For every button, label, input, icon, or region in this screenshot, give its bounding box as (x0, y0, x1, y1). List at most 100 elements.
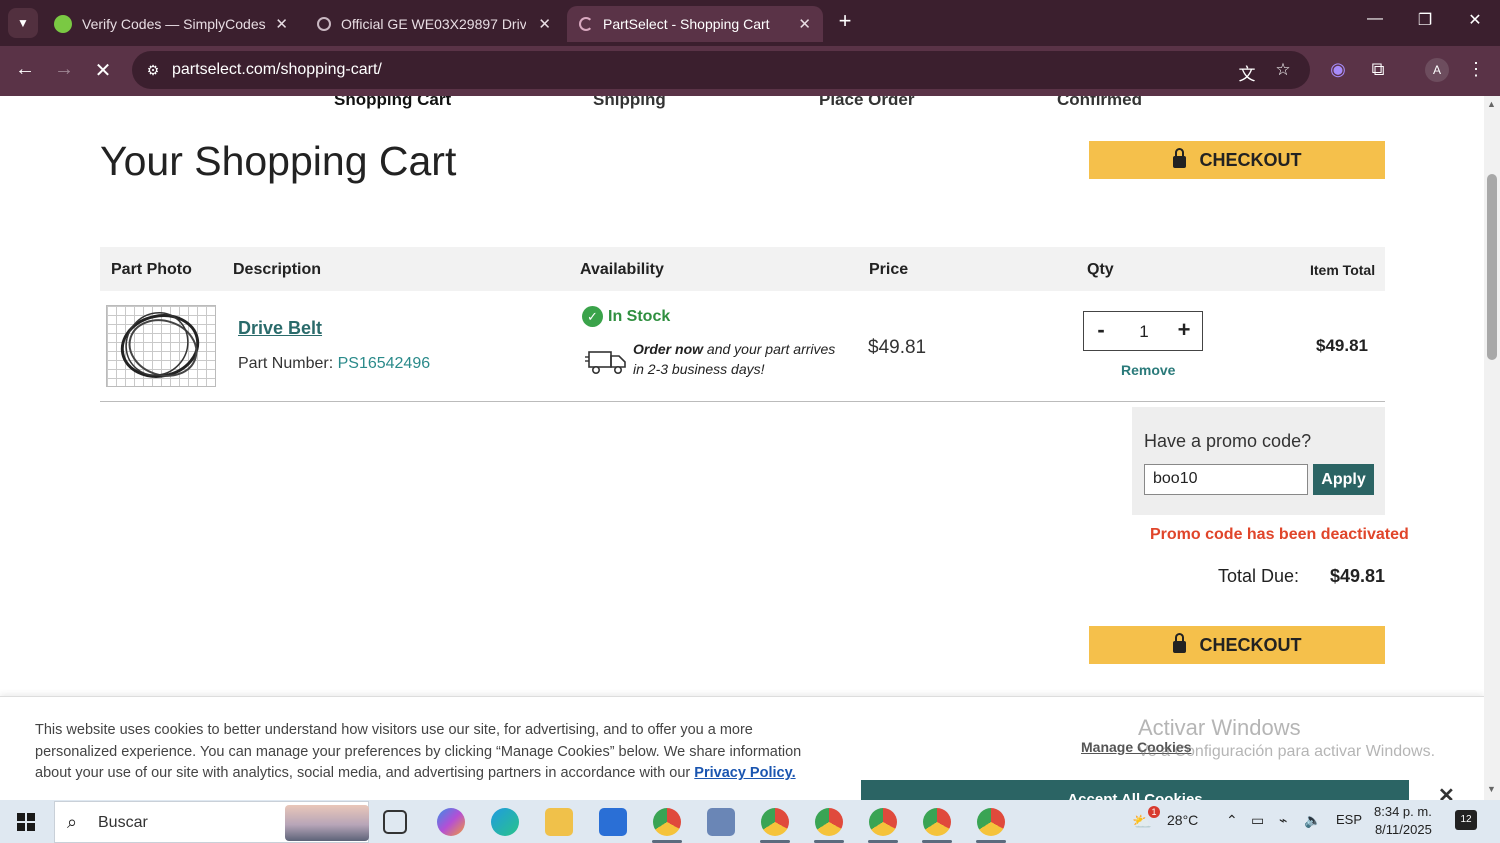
privacy-policy-link[interactable]: Privacy Policy. (694, 765, 795, 781)
task-view-icon[interactable] (383, 810, 407, 834)
chrome-profile-a-icon[interactable] (761, 808, 789, 836)
accept-all-cookies-button[interactable]: Accept All Cookies (861, 780, 1409, 800)
lock-icon (1172, 633, 1186, 653)
tab-ge-drive-belt[interactable]: Official GE WE03X29897 Drive Belt ✕ (305, 6, 563, 42)
new-tab-button[interactable]: + (832, 8, 858, 34)
total-due-value: $49.81 (1330, 566, 1386, 586)
windows-watermark-subtitle: Ve a Configuración para activar Windows. (1138, 743, 1436, 760)
search-icon: ⌕ (67, 812, 78, 832)
address-bar[interactable]: ⚙ partselect.com/shopping-cart/ 文 ☆ (132, 51, 1310, 89)
qty-value[interactable]: 1 (1129, 322, 1159, 342)
chrome-profile-g-icon[interactable] (923, 808, 951, 836)
col-price: Price (869, 261, 909, 278)
windows-watermark-title: Activar Windows (1138, 715, 1301, 740)
order-now-text: Order now (633, 341, 704, 357)
stock-status: ✓ In Stock (582, 306, 670, 327)
part-number: Part Number: PS16542496 (238, 355, 430, 373)
file-explorer-icon[interactable] (545, 808, 573, 836)
scroll-down-arrow-icon[interactable]: ▼ (1487, 784, 1496, 794)
close-tab-icon[interactable]: ✕ (275, 15, 288, 33)
stock-label: In Stock (608, 307, 671, 325)
show-hidden-icons-chevron-icon[interactable]: ⌃ (1226, 812, 1238, 829)
tab-title: Verify Codes — SimplyCodes (82, 16, 266, 32)
taskbar-search-box[interactable]: ⌕ Buscar (54, 801, 369, 843)
weather-alert-badge: 1 (1148, 806, 1160, 818)
remove-item-link[interactable]: Remove (1121, 362, 1175, 378)
chrome-profile-j-icon[interactable] (653, 808, 681, 836)
search-highlight-image (285, 805, 369, 841)
edge-browser-icon[interactable] (491, 808, 519, 836)
browser-toolbar: ← → ✕ ⚙ partselect.com/shopping-cart/ 文 … (0, 46, 1500, 96)
restore-window-icon[interactable]: ❐ (1410, 10, 1440, 30)
tab-title: PartSelect - Shopping Cart (603, 16, 770, 32)
cookie-message: This website uses cookies to better unde… (35, 720, 815, 785)
col-qty: Qty (1087, 261, 1114, 278)
promo-question: Have a promo code? (1144, 431, 1312, 451)
apply-promo-button[interactable]: Apply (1313, 464, 1374, 495)
step-shopping-cart: Shopping Cart (334, 96, 452, 109)
volume-icon[interactable]: 🔈 (1304, 812, 1321, 829)
checkmark-icon: ✓ (582, 306, 603, 327)
unit-price: $49.81 (868, 337, 927, 358)
page-title: Your Shopping Cart (100, 138, 457, 184)
tab-simplycodes[interactable]: Verify Codes — SimplyCodes ✕ (42, 6, 300, 42)
chrome-profile-a2-icon[interactable] (815, 808, 843, 836)
minimize-window-icon[interactable]: — (1360, 10, 1390, 28)
site-settings-icon[interactable]: ⚙ (142, 59, 164, 81)
checkout-button-top[interactable]: CHECKOUT (1089, 141, 1385, 179)
step-shipping: Shipping (593, 96, 666, 109)
windows-taskbar: ⌕ Buscar ⛅ 1 28°C ⌃ ▭ ⌁ 🔈 ESP 8:34 p. m.… (0, 800, 1500, 843)
tab-title: Official GE WE03X29897 Drive Belt (341, 16, 526, 32)
battery-icon[interactable]: ⌁ (1279, 812, 1287, 829)
translate-icon[interactable]: 文 (1236, 60, 1258, 85)
notifications-icon[interactable]: 12 (1455, 810, 1477, 830)
copilot-icon[interactable] (437, 808, 465, 836)
extensions-puzzle-icon[interactable]: ⧉ (1366, 59, 1390, 80)
increase-qty-button[interactable]: + (1169, 317, 1199, 343)
profile-avatar[interactable]: A (1425, 58, 1449, 82)
chrome-profile-s-icon[interactable] (977, 808, 1005, 836)
windows-start-icon[interactable] (17, 813, 35, 831)
scroll-up-arrow-icon[interactable]: ▲ (1487, 99, 1496, 109)
forward-arrow-icon[interactable]: → (51, 58, 77, 81)
clock-time: 8:34 p. m. (1374, 804, 1432, 819)
delivery-truck-icon (585, 351, 626, 374)
step-place-order: Place Order (819, 96, 915, 109)
delivery-message: Order now and your part arrives in 2-3 b… (633, 339, 843, 379)
back-arrow-icon[interactable]: ← (12, 58, 38, 81)
partselect-favicon-icon (317, 17, 331, 31)
close-cookie-banner-icon[interactable]: ✕ (1438, 783, 1455, 800)
network-icon[interactable]: ▭ (1251, 812, 1264, 829)
browser-menu-icon[interactable]: ⋮ (1464, 59, 1488, 80)
stop-loading-icon[interactable]: ✕ (90, 58, 116, 83)
weather-temperature[interactable]: 28°C (1167, 812, 1198, 828)
language-indicator[interactable]: ESP (1336, 812, 1362, 827)
cart-table-header: Part Photo Description Availability Pric… (100, 247, 1385, 291)
microsoft-store-icon[interactable] (599, 808, 627, 836)
extension-purple-icon[interactable]: ◉ (1326, 59, 1350, 80)
scrollbar-thumb[interactable] (1487, 174, 1497, 360)
bookmark-star-icon[interactable]: ☆ (1272, 60, 1294, 80)
cookie-text: This website uses cookies to better unde… (35, 722, 802, 781)
promo-box: Have a promo code? boo10 Apply (1132, 407, 1385, 515)
chrome-profile-a3-icon[interactable] (869, 808, 897, 836)
step-confirmed: Confirmed (1057, 96, 1142, 109)
checkout-button-bottom[interactable]: CHECKOUT (1089, 626, 1385, 664)
promo-code-input[interactable]: boo10 (1144, 464, 1308, 495)
page-scrollbar[interactable]: ▲ ▼ (1484, 96, 1500, 800)
item-total: $49.81 (1316, 336, 1368, 355)
part-photo[interactable] (106, 305, 216, 387)
remote-desktop-icon[interactable] (707, 808, 735, 836)
decrease-qty-button[interactable]: - (1086, 317, 1116, 343)
system-clock[interactable]: 8:34 p. m. 8/11/2025 (1374, 803, 1432, 839)
close-tab-icon[interactable]: ✕ (538, 15, 551, 33)
checkout-label: CHECKOUT (1199, 149, 1302, 170)
close-tab-icon[interactable]: ✕ (798, 15, 811, 33)
page-content: Shopping Cart Shipping Place Order Confi… (0, 96, 1484, 800)
tab-search-button[interactable]: ▼ (8, 8, 38, 38)
close-window-icon[interactable]: ✕ (1460, 10, 1490, 30)
url-text[interactable]: partselect.com/shopping-cart/ (172, 61, 382, 79)
part-name-link[interactable]: Drive Belt (238, 318, 322, 339)
part-number-value: PS16542496 (337, 355, 431, 372)
tab-partselect-cart[interactable]: PartSelect - Shopping Cart ✕ (567, 6, 823, 42)
